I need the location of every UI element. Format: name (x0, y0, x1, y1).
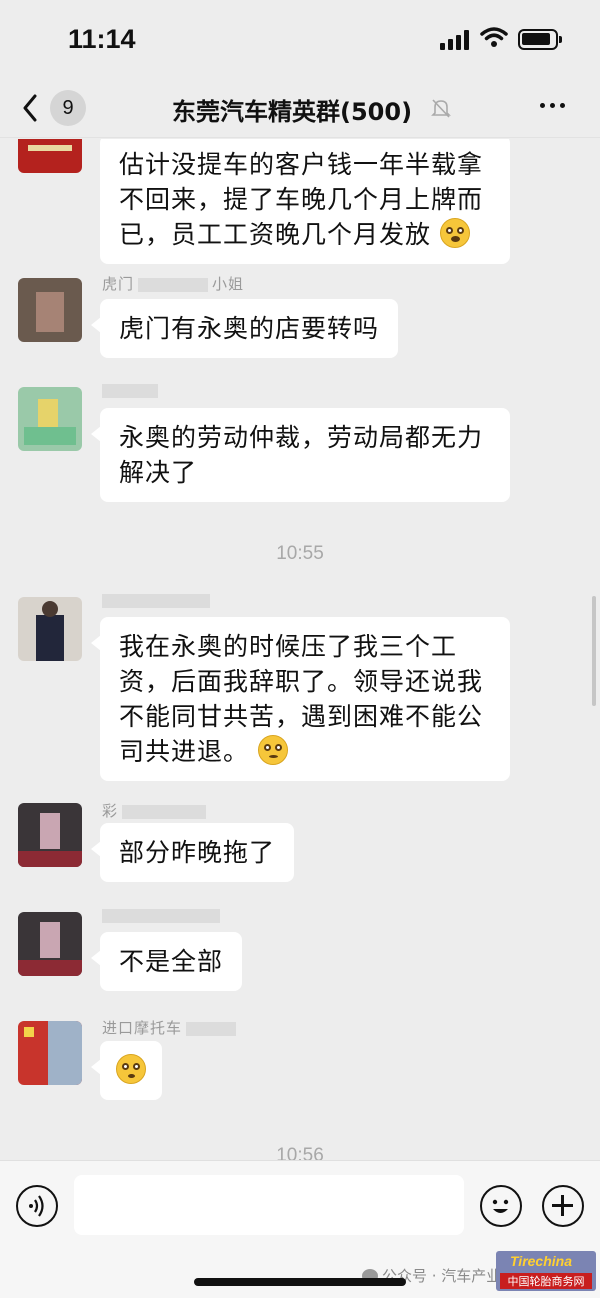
message-input[interactable] (74, 1175, 464, 1235)
message-text: 已，员工工资晚几个月发放 (119, 220, 432, 249)
message-bubble[interactable]: 我在永奥的时候压了我三个工 资，后面我辞职了。领导还说我 不能同甘共苦，遇到困难… (91, 617, 510, 781)
message-text: 部分昨晚拖了 (119, 838, 276, 867)
message-text: 不是全部 (119, 947, 224, 976)
chevron-left-icon (23, 94, 37, 122)
sender-name (102, 384, 158, 402)
sender-name: 进口摩托车 (102, 1017, 237, 1038)
mute-bell-icon (431, 99, 451, 118)
sender-name: 彩 (102, 800, 207, 821)
battery-icon (518, 29, 562, 50)
message-text: 解决了 (119, 458, 198, 487)
avatar[interactable] (18, 912, 82, 976)
message-text: 不回来，提了车晚几个月上牌而 (119, 185, 484, 214)
avatar[interactable] (18, 278, 82, 342)
timestamp: 10:56 (276, 1145, 324, 1160)
emoji-button[interactable] (480, 1185, 522, 1227)
message-text: 司共进退。 (119, 737, 250, 766)
pleading-emoji (257, 735, 288, 765)
chat-message-list[interactable]: 估计没提车的客户钱一年半载拿 不回来，提了车晚几个月上牌而 已，员工工资晚几个月… (0, 139, 600, 1160)
avatar[interactable] (18, 1021, 82, 1085)
flushed-emoji (116, 1054, 146, 1084)
message-bubble[interactable]: 永奥的劳动仲裁，劳动局都无力 解决了 (91, 408, 510, 502)
unread-count-badge: 9 (50, 90, 86, 126)
sender-name (102, 594, 210, 612)
smiley-icon (492, 1199, 509, 1213)
timestamp: 10:55 (276, 543, 324, 564)
voice-input-button[interactable] (16, 1185, 58, 1227)
chat-header: 9 东莞汽车精英群(500) (0, 78, 600, 138)
more-actions-plus-button[interactable] (542, 1185, 584, 1227)
status-time: 11:14 (68, 24, 136, 54)
chat-scrollbar[interactable] (592, 596, 596, 706)
message-text: 资，后面我辞职了。领导还说我 (119, 667, 484, 696)
message-text: 估计没提车的客户钱一年半载拿 (119, 150, 484, 179)
message-text: 我在永奥的时候压了我三个工 (119, 632, 458, 661)
input-toolbar: 公众号 · 汽车产业 Tirechina 中国轮胎商务网 (0, 1160, 600, 1298)
avatar[interactable] (18, 387, 82, 451)
group-title: 东莞汽车精英群(500) (172, 98, 413, 126)
message-text: 不能同甘共苦，遇到困难不能公 (119, 702, 484, 731)
home-indicator[interactable] (194, 1278, 406, 1286)
message-text: 虎门有永奥的店要转吗 (119, 314, 380, 343)
message-bubble[interactable]: 部分昨晚拖了 (90, 823, 295, 882)
message-bubble[interactable]: 虎门有永奥的店要转吗 (90, 299, 399, 358)
message-bubble[interactable]: 估计没提车的客户钱一年半载拿 不回来，提了车晚几个月上牌而 已，员工工资晚几个月… (100, 139, 510, 264)
message-bubble[interactable]: 不是全部 (90, 932, 243, 991)
message-text: 永奥的劳动仲裁，劳动局都无力 (119, 423, 484, 452)
avatar[interactable] (18, 803, 82, 867)
wifi-icon (480, 27, 508, 47)
cry-laugh-emoji (439, 218, 470, 248)
more-options-button[interactable] (540, 103, 565, 108)
back-button[interactable]: 9 (22, 90, 92, 126)
status-bar: 11:14 (0, 0, 600, 78)
voice-wave-icon (29, 1195, 44, 1217)
avatar[interactable] (18, 139, 82, 173)
signal-icon (440, 30, 470, 50)
avatar[interactable] (18, 597, 82, 661)
sender-name (102, 909, 220, 927)
sender-name: 虎门 小姐 (102, 275, 245, 293)
tirechina-logo: Tirechina 中国轮胎商务网 (496, 1251, 596, 1291)
message-bubble[interactable] (91, 1041, 162, 1100)
